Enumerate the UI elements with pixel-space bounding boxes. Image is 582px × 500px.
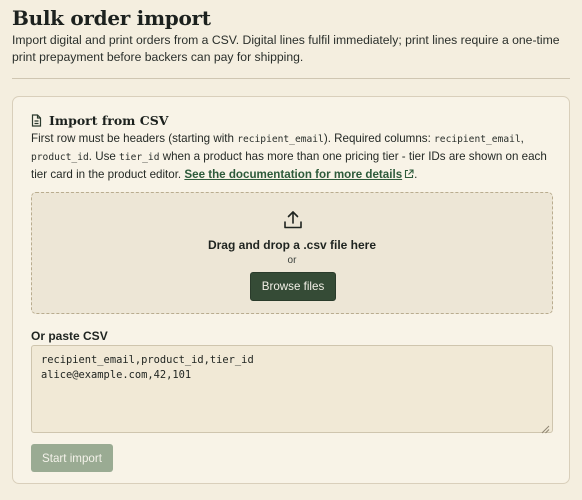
divider: [12, 78, 570, 79]
dropzone-or: or: [287, 255, 297, 266]
code-recipient-email: recipient_email: [237, 134, 324, 145]
page-subtitle: Import digital and print orders from a C…: [12, 33, 560, 64]
start-import-button[interactable]: Start import: [31, 444, 113, 472]
card-header: Import from CSV: [31, 113, 168, 128]
file-text-icon: [31, 114, 42, 127]
code-product-id: product_id: [31, 152, 89, 163]
code-tier-id: tier_id: [119, 152, 160, 163]
desc-text: ,: [520, 132, 524, 145]
card-description: First row must be headers (starting with…: [31, 130, 555, 184]
browse-files-button[interactable]: Browse files: [250, 272, 336, 301]
import-card: Import from CSV First row must be header…: [12, 96, 570, 484]
page-title: Bulk order import: [12, 6, 211, 30]
documentation-link-label: See the documentation for more details: [184, 168, 403, 181]
upload-icon: [282, 209, 304, 236]
resize-handle-icon[interactable]: [541, 421, 567, 481]
documentation-link[interactable]: See the documentation for more details: [184, 168, 402, 181]
desc-text: ). Required columns:: [323, 132, 435, 145]
paste-csv-label: Or paste CSV: [31, 329, 108, 343]
external-link-icon[interactable]: [404, 167, 414, 184]
csv-textarea[interactable]: recipient_email,product_id,tier_id alice…: [31, 345, 553, 433]
desc-text: .: [414, 168, 418, 181]
csv-dropzone[interactable]: Drag and drop a .csv file here or Browse…: [31, 192, 553, 314]
card-title: Import from CSV: [49, 113, 169, 128]
desc-text: . Use: [88, 150, 120, 163]
desc-text: First row must be headers (starting with: [31, 132, 238, 145]
code-recipient-email: recipient_email: [434, 134, 521, 145]
dropzone-text: Drag and drop a .csv file here: [207, 238, 377, 252]
